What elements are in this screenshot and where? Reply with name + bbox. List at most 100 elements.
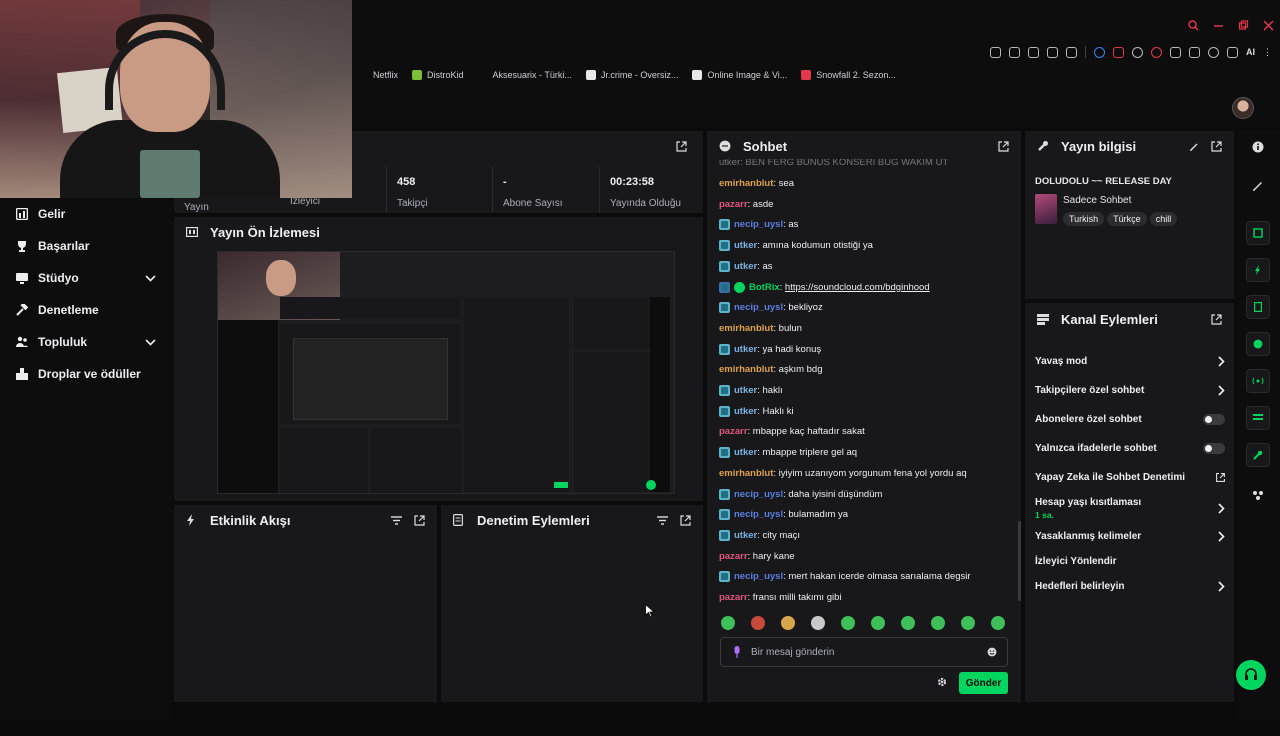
chat-link[interactable]: https://soundcloud.com/bdginhood [785, 282, 930, 293]
emote-icon[interactable] [781, 616, 795, 630]
restore-icon[interactable] [1238, 20, 1249, 31]
emote-icon[interactable] [901, 616, 915, 630]
chat-username[interactable]: utker [734, 344, 757, 355]
channel-action-item[interactable]: İzleyici Yönlendir [1035, 556, 1225, 567]
extension-red2-icon[interactable] [1151, 46, 1162, 58]
send-button[interactable]: Gönder [959, 672, 1008, 694]
sidebar-item[interactable]: Denetleme [0, 294, 172, 326]
info-icon[interactable] [1252, 141, 1264, 153]
chat-username[interactable]: emirhanblut [719, 468, 773, 479]
shield-icon[interactable] [1028, 46, 1039, 58]
chat-username[interactable]: utker [734, 240, 757, 251]
microphone-icon[interactable] [733, 646, 741, 658]
bookmark-item[interactable]: DistroKid [412, 70, 464, 80]
minimize-icon[interactable] [1213, 20, 1224, 31]
extension-blue-icon[interactable] [1094, 46, 1105, 58]
chat-username[interactable]: utker [734, 530, 757, 541]
chat-username[interactable]: pazarr [719, 426, 748, 437]
sidebar-item[interactable]: Başarılar [0, 230, 172, 262]
ai-button[interactable]: AI [1246, 47, 1255, 57]
chat-username[interactable]: BotRix [749, 282, 780, 293]
edit-icon[interactable] [1252, 179, 1264, 191]
chat-username[interactable]: emirhanblut [719, 323, 773, 334]
extension-red-icon[interactable] [1113, 46, 1124, 58]
emote-icon[interactable] [721, 616, 735, 630]
bookmark-item[interactable]: Netflix [358, 70, 398, 80]
chat-scrollbar[interactable] [1018, 521, 1021, 601]
channel-action-item[interactable]: Yapay Zeka ile Sohbet Denetimi [1035, 472, 1225, 483]
popout-icon[interactable] [414, 514, 425, 526]
chevron-right-icon[interactable] [1218, 503, 1225, 514]
emoji-icon[interactable] [987, 647, 997, 657]
profile-icon[interactable] [1208, 46, 1219, 58]
puzzle-icon[interactable] [1170, 46, 1181, 58]
heart-icon[interactable] [1066, 46, 1077, 58]
popout-icon[interactable] [680, 514, 691, 526]
sidebar-item[interactable]: Topluluk [0, 326, 172, 358]
rail-list-button[interactable] [1246, 406, 1270, 430]
bookmark-item[interactable]: Jr.crime - Oversiz... [585, 70, 678, 80]
chat-username[interactable]: emirhanblut [719, 364, 773, 375]
emote-icon[interactable] [841, 616, 855, 630]
category-thumbnail[interactable] [1035, 194, 1057, 224]
bookmark-icon[interactable] [990, 46, 1001, 58]
emote-icon[interactable] [751, 616, 765, 630]
external-link-icon[interactable] [1216, 473, 1225, 482]
sidebar-item[interactable]: Droplar ve ödüller [0, 358, 172, 390]
chat-username[interactable]: necip_uysl [734, 509, 783, 520]
pencil-icon[interactable] [1189, 141, 1199, 151]
chat-username[interactable]: pazarr [719, 592, 748, 603]
sidebar-item[interactable]: Stüdyo [0, 262, 172, 294]
popout-icon[interactable] [1211, 313, 1222, 325]
category-name[interactable]: Sadece Sohbet [1063, 195, 1131, 206]
sidebar-item[interactable]: Gelir [0, 198, 172, 230]
channel-action-item[interactable]: Yasaklanmış kelimeler [1035, 531, 1225, 542]
chat-username[interactable]: emirhanblut [719, 178, 773, 189]
toggle-switch[interactable] [1203, 414, 1225, 425]
wallet-icon[interactable] [1189, 46, 1200, 58]
rail-lightning-button[interactable] [1246, 258, 1270, 282]
chevron-down-icon[interactable] [145, 338, 156, 346]
rail-clip-button[interactable] [1246, 221, 1270, 245]
emote-icon[interactable] [871, 616, 885, 630]
screenshot-icon[interactable] [1009, 46, 1020, 58]
chevron-right-icon[interactable] [1218, 531, 1225, 542]
bookmark-item[interactable]: Snowfall 2. Sezon... [801, 70, 896, 80]
chat-settings-icon[interactable] [937, 677, 947, 687]
chat-input[interactable]: Bir mesaj gönderin [720, 637, 1008, 667]
emote-icon[interactable] [991, 616, 1005, 630]
stream-tag[interactable]: Türkçe [1107, 212, 1147, 226]
channel-action-item[interactable]: Abonelere özel sohbet [1035, 414, 1225, 425]
chat-username[interactable]: necip_uysl [734, 489, 783, 500]
search-icon[interactable] [1188, 20, 1199, 31]
channel-action-item[interactable]: Takipçilere özel sohbet [1035, 385, 1225, 396]
filter-icon[interactable] [391, 515, 402, 525]
channel-action-item[interactable]: Yavaş mod [1035, 356, 1225, 367]
chevron-right-icon[interactable] [1218, 356, 1225, 367]
channel-action-item[interactable]: Hesap yaşı kısıtlaması 1 sa. [1035, 497, 1225, 520]
popout-icon[interactable] [676, 141, 687, 152]
help-button[interactable] [1236, 660, 1266, 690]
chat-username[interactable]: necip_uysl [734, 571, 783, 582]
stream-tag[interactable]: Turkish [1063, 212, 1105, 226]
rail-document-button[interactable] [1246, 295, 1270, 319]
filter-icon[interactable] [657, 515, 668, 525]
emote-icon[interactable] [961, 616, 975, 630]
menu-icon[interactable]: ⋮ [1263, 47, 1272, 58]
play-icon[interactable] [1047, 46, 1058, 58]
chat-username[interactable]: pazarr [719, 551, 748, 562]
chevron-right-icon[interactable] [1218, 581, 1225, 592]
chat-username[interactable]: utker [734, 447, 757, 458]
chat-username[interactable]: necip_uysl [734, 219, 783, 230]
close-icon[interactable] [1263, 20, 1274, 31]
chevron-down-icon[interactable] [145, 274, 156, 282]
stream-preview-video[interactable] [217, 251, 675, 494]
emote-icon[interactable] [811, 616, 825, 630]
chevron-right-icon[interactable] [1218, 385, 1225, 396]
channel-action-item[interactable]: Hedefleri belirleyin [1035, 581, 1225, 592]
bookmark-item[interactable]: Aksesuarix - Türki... [477, 70, 572, 80]
chat-username[interactable]: utker [734, 261, 757, 272]
chat-username[interactable]: necip_uysl [734, 302, 783, 313]
rail-more-icon[interactable] [1252, 489, 1264, 501]
chat-username[interactable]: pazarr [719, 199, 748, 210]
